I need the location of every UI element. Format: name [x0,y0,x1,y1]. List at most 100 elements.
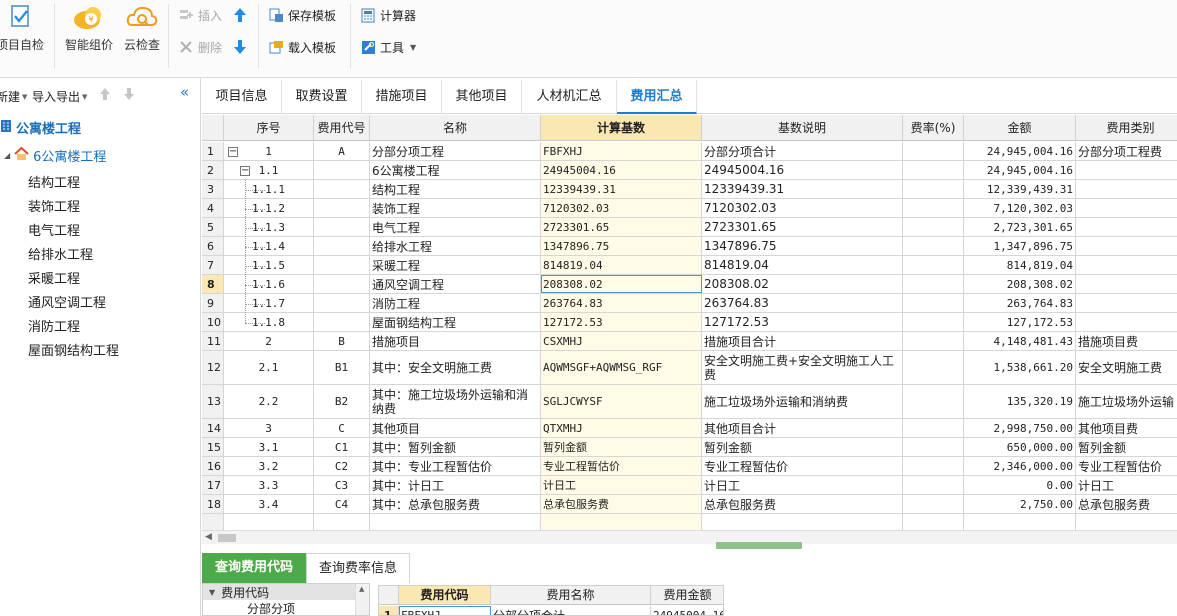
move-down-button[interactable] [232,37,252,57]
seq-cell[interactable]: 2 [224,332,314,350]
table-row[interactable]: 12 2.1 B1 其中：安全文明施工费 AQWMSGF+AQWMSG_RGF 安全文明施… [202,351,1177,385]
smart-price-button[interactable]: ¥ 智能组价 [58,0,120,70]
amount-cell[interactable]: 2,750.00 [964,495,1076,513]
calc-base-cell[interactable]: 1347896.75 [541,237,702,255]
base-desc-cell[interactable]: 总承包服务费 [702,495,903,513]
fee-category-cell[interactable] [1076,180,1177,198]
calc-base-cell[interactable]: 127172.53 [541,313,702,331]
fee-category-cell[interactable] [1076,275,1177,293]
fee-category-cell[interactable] [1076,199,1177,217]
fee-amount-cell[interactable]: 24945004.16 [651,606,723,616]
seq-cell[interactable]: 2.1 [224,351,314,384]
table-row[interactable]: 1−1 A 分部分项工程 FBFXHJ 分部分项合计 24,945,004.16 分部分项工… [202,142,1177,161]
name-cell[interactable]: 装饰工程 [370,199,541,217]
calc-base-cell[interactable]: 263764.83 [541,294,702,312]
column-header[interactable]: 费用金额 [651,586,723,605]
column-header[interactable]: 费用类别 [1076,115,1177,141]
table-row[interactable]: 11 2 B 措施项目 CSXMHJ 措施项目合计 4,148,481.43 措施项目费 [202,332,1177,351]
table-row[interactable]: 10 1.1.8 屋面钢结构工程 127172.53 127172.53 127,172.… [202,313,1177,332]
tree-item[interactable]: 采暖工程 [28,268,80,287]
seq-cell[interactable]: −1.1 [224,161,314,179]
save-template-button[interactable]: 保存模板 [268,5,336,25]
name-cell[interactable]: 电气工程 [370,218,541,236]
rate-cell[interactable] [903,275,964,293]
amount-cell[interactable]: 2,346,000.00 [964,457,1076,475]
table-row[interactable]: 8 1.1.6 通风空调工程 208308.02 208308.02 208,308.02 [202,275,1177,294]
tree-node-unit[interactable]: ◢ 6公寓楼工程 [4,146,106,165]
calc-base-cell[interactable]: QTXMHJ [541,419,702,437]
new-button[interactable]: 新建 ▼ [0,88,27,105]
rate-cell[interactable] [903,180,964,198]
seq-cell[interactable]: 3.2 [224,457,314,475]
column-header[interactable]: 名称 [370,115,541,141]
fee-code-cell[interactable]: C3 [314,476,370,494]
rate-cell[interactable] [903,332,964,350]
rate-cell[interactable] [903,313,964,331]
column-header[interactable]: 金额 [964,115,1076,141]
calc-base-cell[interactable]: 12339439.31 [541,180,702,198]
base-desc-cell[interactable]: 安全文明施工费+安全文明施工人工费 [702,351,903,384]
rate-cell[interactable] [903,199,964,217]
column-header[interactable]: 费率(%) [903,115,964,141]
column-header[interactable]: 费用名称 [491,586,651,605]
fee-category-cell[interactable]: 专业工程暂估价 [1076,457,1177,475]
tree-node-fee-code[interactable]: ▼ 费用代码 [203,584,369,600]
tab-3[interactable]: 其他项目 [442,80,522,114]
fee-category-cell[interactable]: 措施项目费 [1076,332,1177,350]
tab-1[interactable]: 取费设置 [282,80,362,114]
arrow-up-icon[interactable] [99,87,111,104]
column-header[interactable]: 序号 [224,115,314,141]
seq-cell[interactable]: 1.1.5 [224,256,314,274]
amount-cell[interactable]: 2,723,301.65 [964,218,1076,236]
amount-cell[interactable]: 1,538,661.20 [964,351,1076,384]
amount-cell[interactable]: 0.00 [964,476,1076,494]
seq-cell[interactable]: 1.1.1 [224,180,314,198]
calc-base-cell[interactable]: 7120302.03 [541,199,702,217]
fee-code-cell[interactable] [314,294,370,312]
table-row[interactable]: 2−1.1 6公寓楼工程 24945004.16 24945004.16 24,945,… [202,161,1177,180]
fee-code-cell[interactable] [314,313,370,331]
name-cell[interactable]: 其中：暂列金额 [370,438,541,456]
calc-base-cell[interactable]: 2723301.65 [541,218,702,236]
fee-name-cell[interactable]: 分部分项合计 [491,606,651,615]
tree-item[interactable]: 装饰工程 [28,196,80,215]
fee-code-cell[interactable]: C4 [314,495,370,513]
name-cell[interactable]: 采暖工程 [370,256,541,274]
base-desc-cell[interactable]: 2723301.65 [702,218,903,236]
fee-code-cell[interactable] [314,237,370,255]
base-desc-cell[interactable]: 专业工程暂估价 [702,457,903,475]
table-row[interactable]: 17 3.3 C3 其中：计日工 计日工 计日工 0.00 计日工 [202,476,1177,495]
fee-code-cell[interactable] [314,199,370,217]
amount-cell[interactable]: 135,320.19 [964,385,1076,418]
amount-cell[interactable]: 650,000.00 [964,438,1076,456]
insert-button[interactable]: 插入 [178,5,222,25]
name-cell[interactable]: 其中：施工垃圾场外运输和消纳费 [370,385,541,418]
name-cell[interactable]: 措施项目 [370,332,541,350]
cloud-check-button[interactable]: 云检查 [112,0,172,70]
move-up-button[interactable] [232,5,252,25]
tree-item[interactable]: 消防工程 [28,316,80,335]
calc-base-cell[interactable]: SGLJCWYSF [541,385,702,418]
name-cell[interactable]: 给排水工程 [370,237,541,255]
rate-cell[interactable] [903,419,964,437]
tree-item[interactable]: 电气工程 [28,220,80,239]
table-row[interactable]: 3 1.1.1 结构工程 12339439.31 12339439.31 12,339,4… [202,180,1177,199]
fee-code-cell[interactable]: FBFXHJ [399,606,491,615]
fee-code-cell[interactable]: B1 [314,351,370,384]
table-row[interactable]: 4 1.1.2 装饰工程 7120302.03 7120302.03 7,120,302.… [202,199,1177,218]
fee-code-cell[interactable]: A [314,142,370,160]
rate-cell[interactable] [903,495,964,513]
scroll-up-icon[interactable]: ▲ [359,585,364,593]
delete-button[interactable]: 删除 [178,37,222,57]
base-desc-cell[interactable]: 208308.02 [702,275,903,293]
seq-cell[interactable]: 2.2 [224,385,314,418]
amount-cell[interactable]: 814,819.04 [964,256,1076,274]
base-desc-cell[interactable]: 施工垃圾场外运输和消纳费 [702,385,903,418]
amount-cell[interactable]: 24,945,004.16 [964,142,1076,160]
load-template-button[interactable]: 载入模板 [268,37,336,57]
amount-cell[interactable]: 2,998,750.00 [964,419,1076,437]
fee-category-cell[interactable]: 施工垃圾场外运输 [1076,385,1177,418]
table-row[interactable]: 16 3.2 C2 其中：专业工程暂估价 专业工程暂估价 专业工程暂估价 2,346,000… [202,457,1177,476]
fee-category-cell[interactable]: 暂列金额 [1076,438,1177,456]
calculator-button[interactable]: 计算器 [360,5,416,25]
